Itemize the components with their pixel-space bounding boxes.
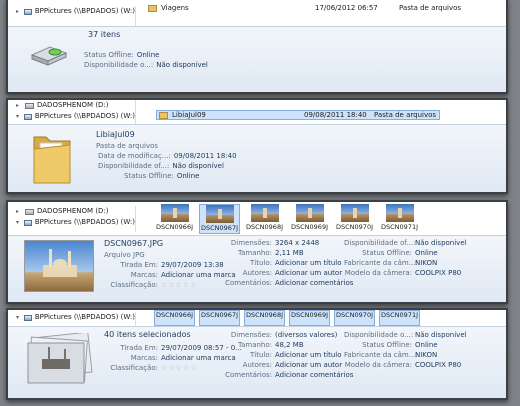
file-row-viagens[interactable]: Viagens 17/06/2012 06:57 Pasta de arquiv… [148,4,498,12]
drive-icon [25,208,34,215]
detail-modified-date: Data de modificaç...: 09/08/2011 18:40 [98,152,237,160]
detail-size: Tamanho: 2,11 MB [237,249,304,257]
detail-authors[interactable]: Autores: Adicionar um autor [214,269,353,279]
detail-status-offline: Status Offline: Online [84,51,160,59]
detail-dimensions: Dimensões: (diversos valores) [230,331,338,339]
rating-stars[interactable]: ☆☆☆☆☆ [161,281,197,291]
folder-icon [159,111,168,119]
removable-drive-icon [30,45,68,67]
chevron-right-icon[interactable]: ▸ [16,100,22,111]
nav-item-bppictures[interactable]: ▸ BPPictures (\\BPDADOS) (W:) [8,6,135,17]
chevron-down-icon[interactable]: ▾ [16,111,21,122]
detail-availability: Disponibilidade o...: Não disponível [84,61,208,69]
photo-thumbnail [160,204,189,222]
chevron-down-icon[interactable]: ▾ [16,217,21,228]
network-drive-icon [24,113,32,120]
thumbnail-item-selected[interactable]: DSCN0968J [244,310,285,326]
detail-status-offline: Status Offline: Online [124,172,200,180]
detail-title[interactable]: Título: Adicionar um título [214,259,353,269]
explorer-window-2: ▸ DADOSPHENOM (D:) ▾ BPPictures (\\BPDAD… [6,98,508,194]
navigation-pane: ▸ DADOSPHENOM (D:) ▾ BPPictures (\\BPDAD… [8,100,136,124]
file-row-libiajul09[interactable]: LibiaJul09 09/08/2011 18:40 Pasta de arq… [156,110,440,120]
photo-thumbnail [385,204,414,222]
navigation-pane: ▾ BPPictures (\\BPDADOS) (W:) [8,312,136,326]
explorer-window-3: ▸ DADOSPHENOM (D:) ▾ BPPictures (\\BPDAD… [6,200,508,304]
photo-stack-preview [24,331,94,387]
chevron-right-icon[interactable]: ▸ [16,6,21,17]
thumbnail-item[interactable]: DSCN0969J [289,204,330,234]
photo-thumbnail [250,204,279,222]
details-column-2: Dimensões: (diversos valores) Tamanho: 48,… [214,331,353,381]
detail-size: Tamanho: 48,2 MB [237,341,304,349]
thumbnail-item-selected[interactable]: DSCN0967J [199,204,240,234]
item-count: 37 itens [88,30,121,39]
navigation-pane: ▸ DADOSPHENOM (D:) ▾ BPPictures (\\BPDAD… [8,206,136,232]
nav-item-bppictures[interactable]: ▾ BPPictures (\\BPDADOS) (W:) [8,312,135,323]
thumbnail-item-selected[interactable]: DSCN0967J [199,310,240,326]
explorer-window-1: ▸ BPPictures (\\BPDADOS) (W:) Viagens 17… [6,0,508,94]
detail-camera-maker: Fabricante da câm...: NIKON [344,351,438,359]
nav-item-dadosphenom[interactable]: ▸ DADOSPHENOM (D:) [8,206,135,217]
nav-item-bppictures[interactable]: ▾ BPPictures (\\BPDADOS) (W:) [8,217,135,228]
folder-large-icon [30,131,74,187]
thumbnail-strip: DSCN0966J DSCN0967J DSCN0968J DSCN0969J … [154,310,420,326]
detail-comments[interactable]: Comentários: Adicionar comentários [214,279,353,289]
item-title: LibiaJul09 [96,130,135,139]
detail-camera-model: Modelo da câmera: COOLPIX P80 [344,269,462,277]
details-pane: LibiaJul09 Pasta de arquivos Data de mod… [8,124,506,192]
photo-preview [24,240,94,292]
details-pane: 40 itens selecionados Tirada Em: 29/07/20… [8,326,506,398]
thumbnail-item-selected[interactable]: DSCN0969J [289,310,330,326]
detail-camera-model: Modelo da câmera: COOLPIX P80 [344,361,462,369]
detail-comments[interactable]: Comentários: Adicionar comentários [214,371,353,381]
network-drive-icon [24,219,32,226]
thumbnail-item-selected[interactable]: DSCN0970J [334,310,375,326]
chevron-down-icon[interactable]: ▾ [16,312,21,323]
thumbnail-strip: DSCN0966J DSCN0967J DSCN0968J DSCN0969J … [154,204,420,234]
drive-icon [25,102,34,109]
detail-authors[interactable]: Autores: Adicionar um autor [214,361,353,371]
thumbnail-item-selected[interactable]: DSCN0971J [379,310,420,326]
details-pane: 37 itens Status Offline: Online Disponib… [8,26,506,92]
network-drive-icon [24,8,32,15]
chevron-right-icon[interactable]: ▸ [16,206,22,217]
photo-thumbnail [205,205,234,223]
details-pane: DSCN0967.JPG Arquivo JPG Tirada Em: 29/0… [8,235,506,302]
selection-count: 40 itens selecionados [104,330,191,339]
detail-camera-maker: Fabricante da câm...: NIKON [344,259,438,267]
details-column-2: Dimensões: 3264 x 2448 Tamanho: 2,11 MB Tí… [214,239,353,289]
thumbnail-item[interactable]: DSCN0971J [379,204,420,234]
network-drive-icon [24,314,32,321]
details-column-3: Disponibilidade o...: Não disponível Stat… [344,331,467,371]
detail-status-offline: Status Offline: Online [362,249,438,257]
detail-title[interactable]: Título: Adicionar um título [214,351,353,361]
thumbnail-item[interactable]: DSCN0966J [154,204,195,234]
nav-item-bppictures[interactable]: ▾ BPPictures (\\BPDADOS) (W:) [8,111,135,122]
nav-item-dadosphenom[interactable]: ▸ DADOSPHENOM (D:) [8,100,135,111]
folder-icon [148,4,157,12]
detail-dimensions: Dimensões: 3264 x 2448 [230,239,320,247]
details-column-3: Disponibilidade of...: Não disponível Sta… [344,239,467,279]
thumbnail-item-selected[interactable]: DSCN0966J [154,310,195,326]
thumbnail-item[interactable]: DSCN0970J [334,204,375,234]
detail-availability: Disponibilidade of...: Não disponível [344,239,467,247]
item-type: Pasta de arquivos [96,142,159,150]
detail-availability: Disponibilidade of...: Não disponível [98,162,224,170]
item-type: Arquivo JPG [104,251,145,259]
rating-stars[interactable]: ☆☆☆☆☆ [161,364,197,374]
photo-thumbnail [295,204,324,222]
item-title: DSCN0967.JPG [104,239,164,248]
thumbnail-item[interactable]: DSCN0968J [244,204,285,234]
explorer-window-4: ▾ BPPictures (\\BPDADOS) (W:) DSCN0966J … [6,308,508,400]
detail-status-offline: Status Offline: Online [362,341,438,349]
detail-availability: Disponibilidade o...: Não disponível [344,331,467,339]
photo-thumbnail [340,204,369,222]
